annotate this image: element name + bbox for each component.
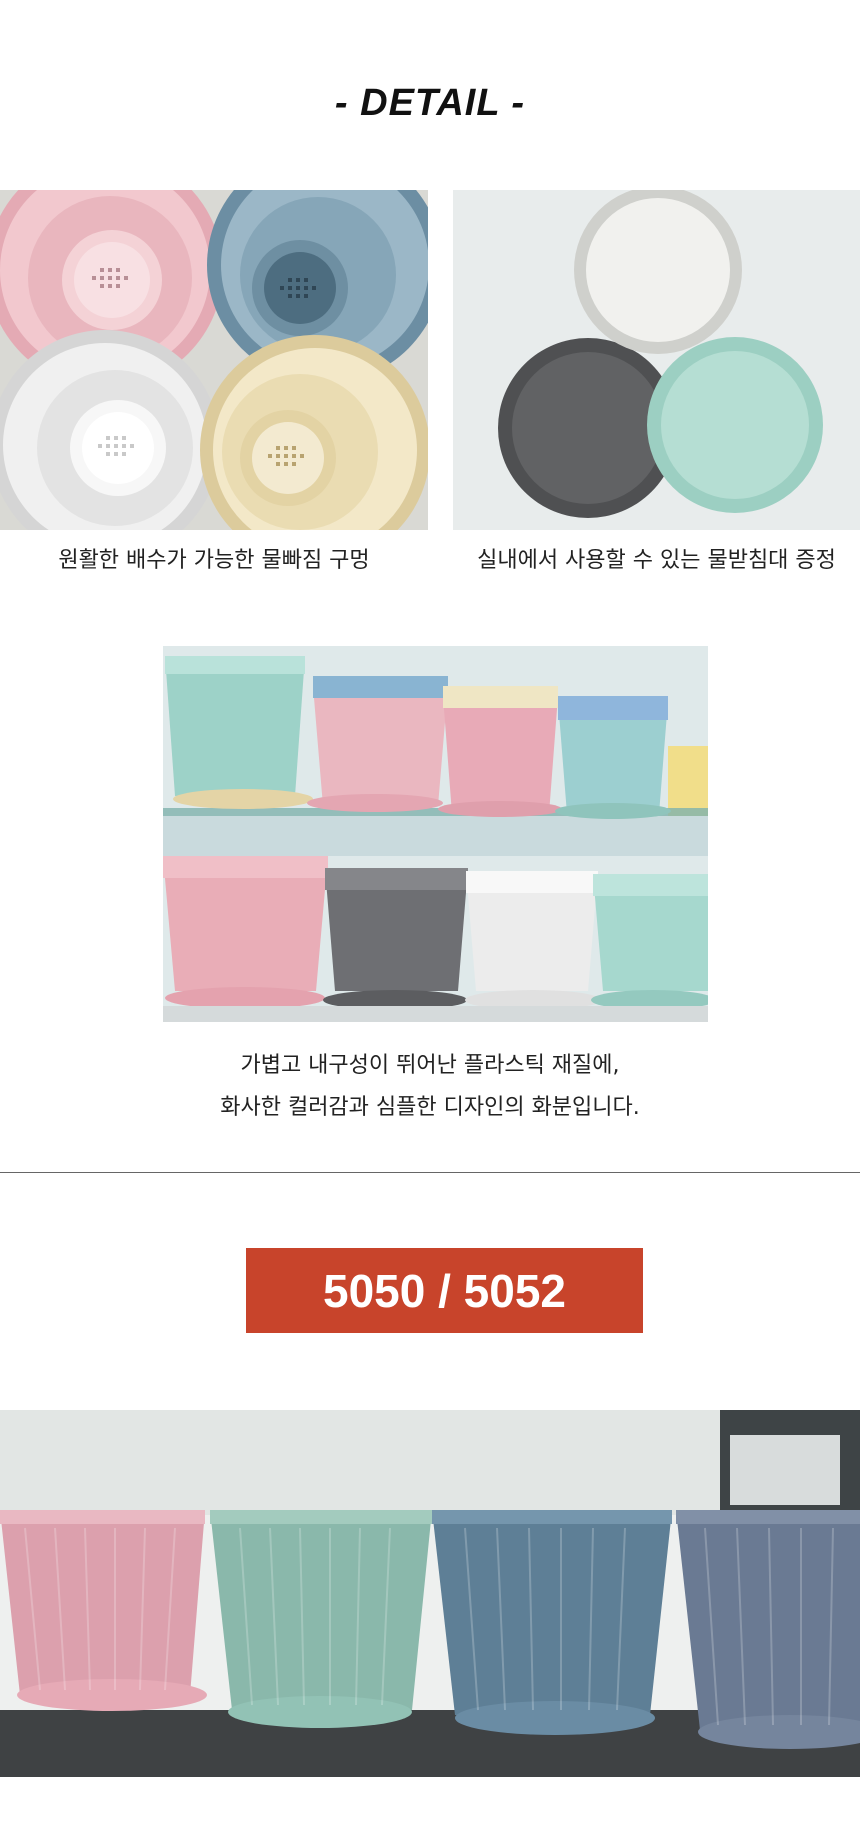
shelf-display-photo <box>163 646 708 1022</box>
upper-pink-pot-2 <box>443 686 558 814</box>
drain-holes-caption: 원활한 배수가 가능한 물빠짐 구멍 <box>58 548 370 573</box>
section-divider <box>0 1172 860 1173</box>
upper-blue-pot <box>558 696 668 814</box>
mint-saucer <box>647 337 823 513</box>
ribbed-pots-photo <box>0 1410 860 1777</box>
saucers-photo <box>453 190 860 530</box>
lower-white-pot <box>466 871 598 991</box>
shelf-caption-line-1: 가볍고 내구성이 뛰어난 플라스틱 재질에, <box>240 1053 620 1078</box>
detail-heading: - DETAIL - <box>334 82 526 124</box>
lower-mint-pot <box>593 874 708 991</box>
ribbed-blue-pot <box>432 1510 672 1735</box>
white-saucer <box>574 190 742 354</box>
saucers-caption: 실내에서 사용할 수 있는 물받침대 증정 <box>477 548 836 573</box>
upper-mint-pot <box>165 656 305 796</box>
model-number-badge: 5050 / 5052 <box>246 1248 643 1333</box>
yellow-pot <box>668 746 708 816</box>
shelf-caption-line-2: 화사한 컬러감과 심플한 디자인의 화분입니다. <box>220 1095 640 1120</box>
lower-pink-pot <box>163 856 328 991</box>
ribbed-mint-pot <box>210 1510 432 1728</box>
drain-holes-photo <box>0 190 428 530</box>
upper-pink-pot <box>313 676 448 806</box>
ribbed-pink-pot <box>0 1510 207 1711</box>
lower-gray-pot <box>325 868 468 991</box>
